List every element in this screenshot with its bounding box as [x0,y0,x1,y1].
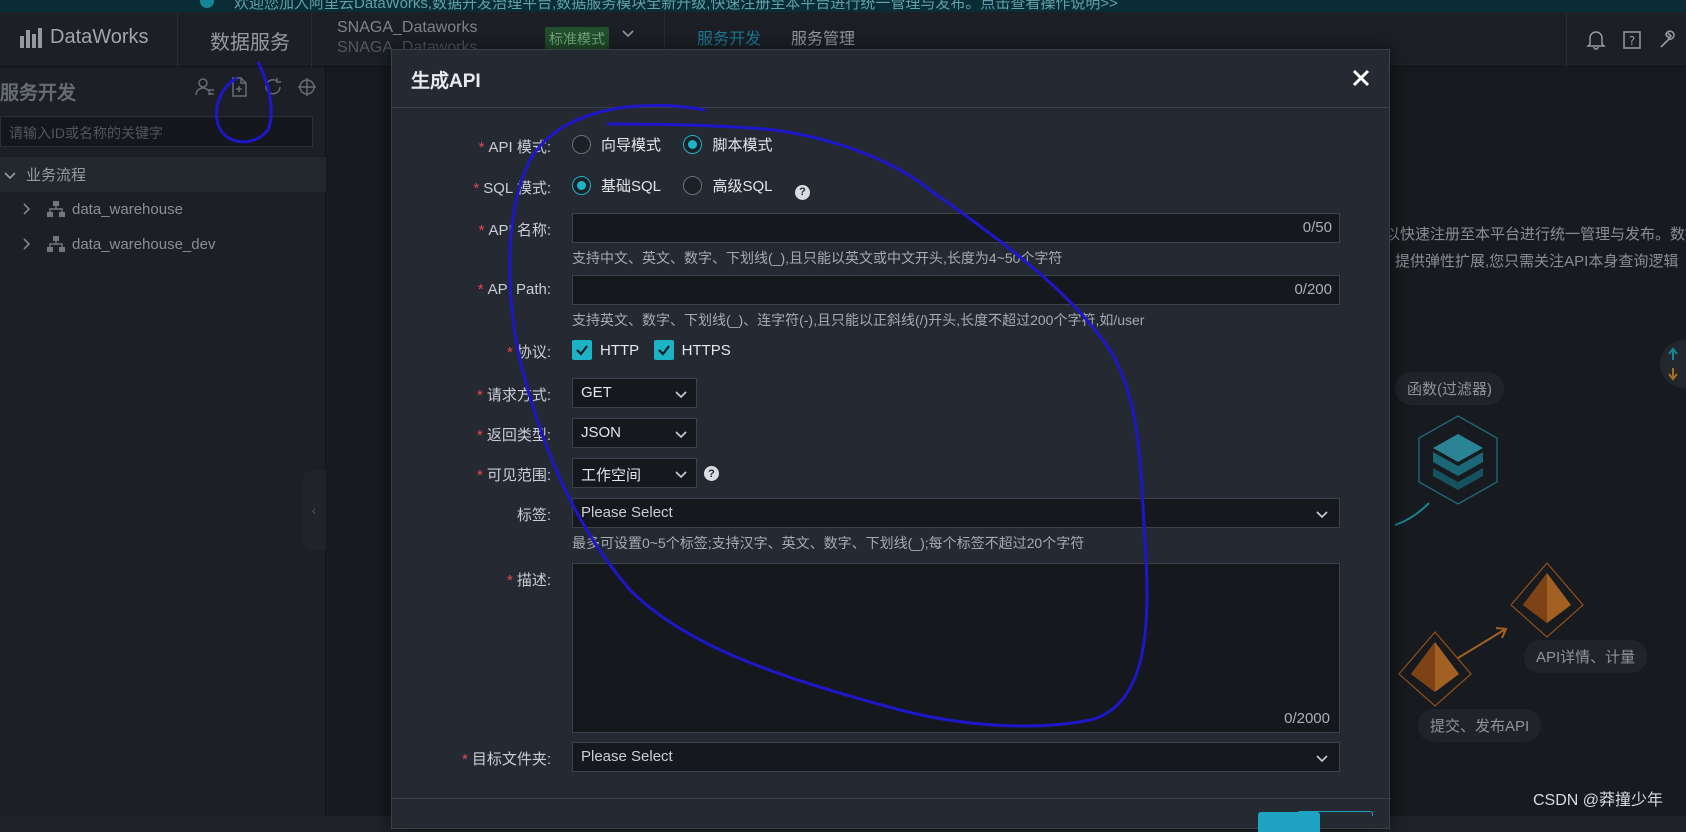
sql-mode-radio-group: 基础SQL 高级SQL ? [572,175,810,200]
api-path-input[interactable]: 0/200 [572,275,1340,305]
radio-basic-sql[interactable]: 基础SQL [572,175,661,196]
method-row: * 请求方式: GET [392,378,1391,408]
api-path-field: 0/200 支持英文、数字、下划线(_)、连字符(-),且只能以正斜线(/)开头… [572,275,1340,330]
return-type-select[interactable]: JSON [572,418,697,448]
api-name-hint: 支持中文、英文、数字、下划线(_),且只能以英文或中文开头,长度为4~50个字符 [572,250,1063,266]
api-path-hint: 支持英文、数字、下划线(_)、连字符(-),且只能以正斜线(/)开头,长度不超过… [572,312,1145,328]
api-mode-label: * API 模式: [478,139,551,156]
protocol-checkbox-group: HTTP HTTPS [572,340,741,362]
checkbox-http[interactable]: HTTP [572,340,639,360]
watermark: CSDN @莽撞少年 [1533,792,1664,809]
cancel-button[interactable] [1297,811,1373,816]
help-icon[interactable]: ? [794,184,810,200]
target-folder-select[interactable]: Please Select [572,742,1340,772]
sql-mode-label: * SQL 模式: [473,180,551,197]
chevron-down-icon [1316,755,1328,763]
method-select[interactable]: GET [572,378,697,408]
chevron-down-icon [675,471,687,479]
help-icon[interactable]: ? [704,466,719,481]
description-counter: 0/2000 [1284,710,1330,727]
api-path-label: * API Path: [477,281,551,298]
api-name-field: 0/50 支持中文、英文、数字、下划线(_),且只能以英文或中文开头,长度为4~… [572,213,1340,268]
return-type-row: * 返回类型: JSON [392,418,1391,448]
description-label: * 描述: [506,572,551,589]
dialog-title: 生成API [411,71,481,92]
tags-select[interactable]: Please Select [572,498,1340,528]
description-row: * 描述: 0/2000 [392,563,1391,733]
radio-wizard-mode[interactable]: 向导模式 [572,134,661,155]
description-textarea[interactable]: 0/2000 [572,563,1340,733]
api-name-input[interactable]: 0/50 [572,213,1340,243]
visibility-select[interactable]: 工作空间 [572,458,697,488]
return-type-label: * 返回类型: [476,427,551,444]
generate-api-dialog: 生成API * API 模式: 向导模式 脚本模式 * SQL 模式: 基础SQL … [391,49,1391,832]
api-name-counter: 0/50 [1302,219,1332,236]
dialog-footer-divider [392,798,1391,799]
api-mode-radio-group: 向导模式 脚本模式 [572,134,790,159]
close-icon[interactable] [1347,64,1375,92]
target-folder-row: * 目标文件夹: Please Select [392,742,1391,772]
checkbox-https[interactable]: HTTPS [653,340,731,360]
chevron-down-icon [675,391,687,399]
check-icon [657,345,670,356]
visibility-row: * 可见范围: 工作空间 ? [392,458,1391,488]
method-label: * 请求方式: [476,387,551,404]
tags-field: Please Select 最多可设置0~5个标签;支持汉字、英文、数字、下划线… [572,498,1340,553]
protocol-label: * 协议: [506,344,551,361]
radio-script-mode[interactable]: 脚本模式 [683,134,772,155]
chevron-down-icon [675,431,687,439]
dialog-header: 生成API [392,50,1389,108]
check-icon [576,345,588,356]
visibility-label: * 可见范围: [476,467,551,484]
api-path-counter: 0/200 [1294,281,1332,298]
radio-advanced-sql[interactable]: 高级SQL [683,175,772,196]
tags-label: 标签: [516,507,551,524]
api-name-label: * API 名称: [478,222,551,239]
target-folder-label: * 目标文件夹: [461,751,551,768]
chevron-down-icon [1316,511,1328,519]
tags-hint: 最多可设置0~5个标签;支持汉字、英文、数字、下划线(_);每个标签不超过20个… [572,535,1085,551]
